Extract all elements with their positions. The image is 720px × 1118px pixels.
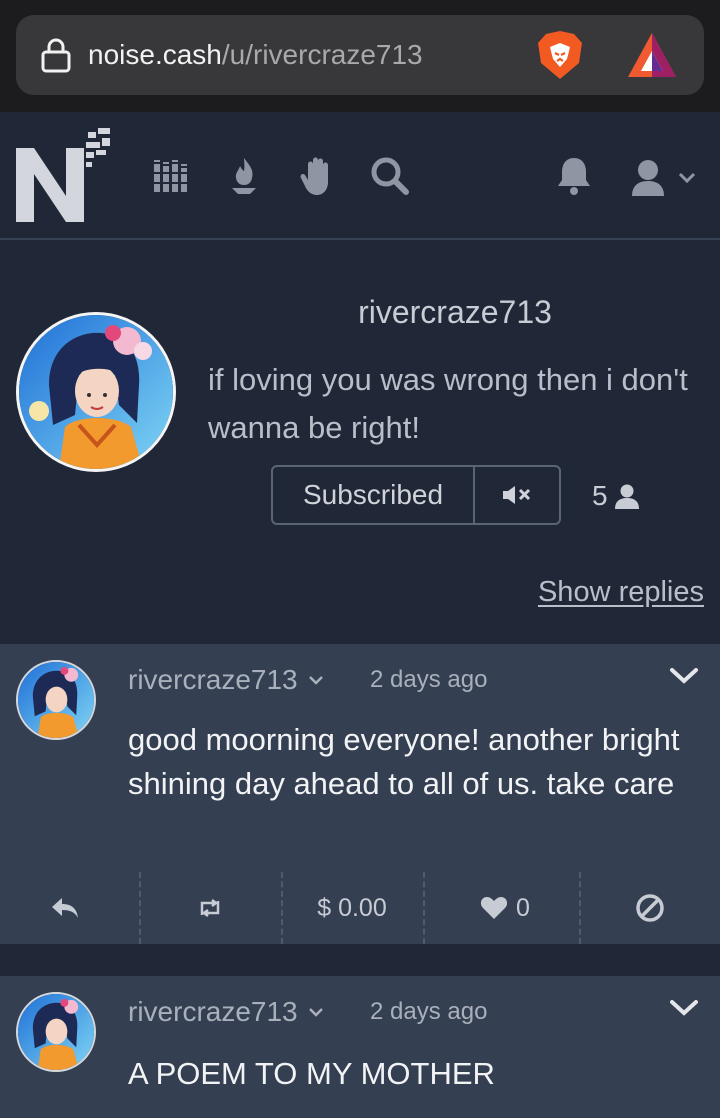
repost-button[interactable]	[170, 872, 250, 944]
mute-icon	[503, 486, 531, 504]
post-timestamp[interactable]: 2 days ago	[370, 998, 487, 1026]
feed-spacer	[0, 944, 720, 976]
subscribed-button[interactable]: Subscribed	[273, 467, 475, 523]
post-menu-chevron-icon[interactable]	[668, 996, 700, 1020]
profile-header: rivercraze713 if loving you was wrong th…	[0, 240, 720, 644]
mute-button[interactable]	[475, 467, 559, 523]
profile-bio: if loving you was wrong then i don't wan…	[208, 362, 688, 445]
lock-icon	[41, 38, 71, 73]
subscription-controls: Subscribed	[271, 465, 561, 525]
avatar-illustration	[18, 662, 94, 738]
search-icon[interactable]	[368, 154, 412, 198]
profile-avatar[interactable]	[16, 312, 176, 472]
like-count: 0	[516, 893, 530, 922]
repost-icon	[200, 899, 220, 917]
post-text: A POEM TO MY MOTHER	[128, 1056, 495, 1091]
url-domain: noise.cash	[88, 39, 222, 70]
block-button[interactable]	[615, 872, 685, 944]
user-menu[interactable]	[630, 158, 700, 198]
brave-shield-icon[interactable]	[536, 29, 584, 81]
post-avatar[interactable]	[16, 992, 96, 1072]
post-author[interactable]: rivercraze713	[128, 996, 324, 1028]
user-icon	[632, 160, 664, 196]
tip-button[interactable]: $ 0.00	[290, 872, 414, 944]
bell-icon[interactable]	[552, 154, 596, 198]
post-author-name: rivercraze713	[128, 664, 298, 695]
post-avatar[interactable]	[16, 660, 96, 740]
browser-toolbar: noise.cash/u/rivercraze713	[0, 0, 720, 112]
post-actions-bar: $ 0.00 0	[0, 872, 720, 944]
profile-username: rivercraze713	[358, 294, 552, 330]
avatar-illustration	[19, 315, 173, 469]
url-path: /u/rivercraze713	[221, 39, 423, 70]
post-menu-chevron-icon[interactable]	[668, 664, 700, 688]
post-card: rivercraze713 2 days ago good moorning e…	[0, 644, 720, 944]
reply-icon	[52, 898, 78, 918]
post-text: good moorning everyone! another bright s…	[128, 722, 680, 801]
app-navbar	[0, 112, 720, 240]
user-icon	[614, 484, 639, 509]
library-icon[interactable]	[150, 154, 194, 198]
avatar-illustration	[18, 994, 94, 1070]
show-replies-link[interactable]: Show replies	[538, 576, 704, 609]
post-card: rivercraze713 2 days ago A POEM TO MY MO…	[0, 976, 720, 1118]
post-author[interactable]: rivercraze713	[128, 664, 324, 696]
bat-rewards-icon[interactable]	[626, 31, 678, 79]
subscriber-count: 5	[592, 480, 640, 512]
action-divider	[139, 872, 141, 944]
heart-icon	[480, 897, 508, 919]
chevron-down-icon	[308, 1008, 323, 1017]
subscriber-count-value: 5	[592, 480, 608, 511]
like-button[interactable]: 0	[450, 872, 560, 944]
fire-icon[interactable]	[222, 154, 266, 198]
url-text: noise.cash/u/rivercraze713	[88, 37, 423, 73]
chevron-down-icon	[308, 676, 323, 685]
chevron-down-icon	[678, 172, 696, 184]
hand-icon[interactable]	[296, 154, 340, 198]
action-divider	[281, 872, 283, 944]
ban-icon	[636, 894, 664, 922]
action-divider	[579, 872, 581, 944]
action-divider	[423, 872, 425, 944]
noise-logo-icon[interactable]	[14, 126, 114, 226]
address-bar[interactable]: noise.cash/u/rivercraze713	[16, 15, 704, 95]
reply-button[interactable]	[30, 872, 100, 944]
post-timestamp[interactable]: 2 days ago	[370, 666, 487, 694]
post-author-name: rivercraze713	[128, 996, 298, 1027]
